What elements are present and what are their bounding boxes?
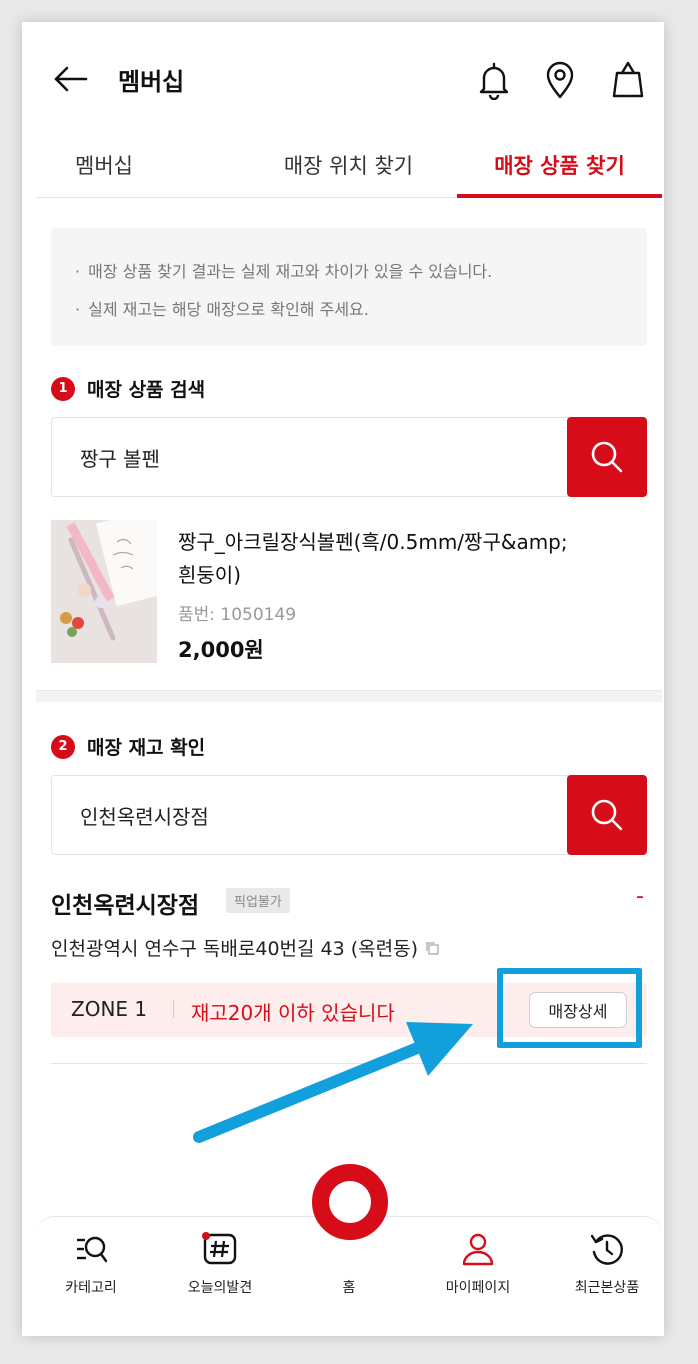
nav-label: 오늘의발견 xyxy=(187,1280,253,1296)
hashtag-icon xyxy=(202,1232,237,1265)
annotation-arrow xyxy=(193,1022,473,1143)
history-icon xyxy=(590,1234,623,1265)
nav-label: 마이페이지 xyxy=(445,1280,511,1296)
category-search-icon xyxy=(77,1236,108,1263)
nav-label: 카테고리 xyxy=(65,1280,117,1296)
nav-category[interactable]: 카테고리 xyxy=(36,1217,146,1328)
nav-today-discovery[interactable]: 오늘의발견 xyxy=(165,1217,275,1328)
app-screen: 멤버십 멤버십 매장 위치 찾기 매장 상품 찾기 · 매장 상품 찾기 결과는 … xyxy=(36,36,662,1328)
nav-my-page[interactable]: 마이페이지 xyxy=(423,1217,533,1328)
nav-recent-products[interactable]: 최근본상품 xyxy=(552,1217,662,1328)
home-ring-icon xyxy=(312,1164,388,1240)
nav-label: 최근본상품 xyxy=(574,1280,640,1296)
home-button[interactable] xyxy=(312,1164,388,1240)
person-icon xyxy=(462,1233,494,1266)
nav-label: 홈 xyxy=(342,1280,356,1296)
